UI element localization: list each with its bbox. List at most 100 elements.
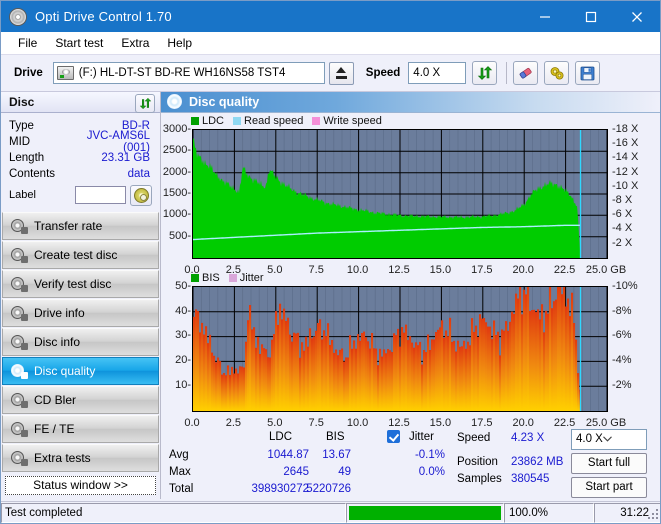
stats-avg-jitter: -0.1% [414, 448, 445, 461]
y2-tick-label: -2 X [612, 236, 633, 249]
ldc-chart-wrap: LDC Read speed Write speed 500- 1000- 1500… [161, 113, 660, 276]
x-tick-label: 12.5 [388, 416, 410, 429]
status-window-button[interactable]: Status window >> [5, 475, 156, 495]
speed-select[interactable]: 4.0 X [408, 62, 467, 84]
gears-icon [550, 67, 564, 80]
resize-grip[interactable] [648, 509, 660, 521]
disc-refresh-button[interactable] [135, 94, 155, 113]
y2-tick-label: -8 X [612, 193, 633, 206]
save-icon [580, 66, 595, 80]
stats-header-bis: BIS [326, 430, 345, 443]
speed-readout-label: Speed [457, 431, 491, 444]
sidebar-item-label: Drive info [34, 305, 85, 320]
x-tick-label: 17.5 [471, 263, 493, 276]
disc-label-input[interactable] [75, 186, 126, 205]
sidebar-item-cd-bler[interactable]: CD Bler [2, 385, 159, 414]
menu-help[interactable]: Help [158, 34, 201, 52]
y2-tick-label: -6 X [612, 208, 633, 221]
x-tick-label: 7.5 [308, 416, 324, 429]
erase-button[interactable] [513, 61, 539, 85]
stats-row-avg-label: Avg [169, 448, 189, 461]
page-title: Disc quality [189, 94, 260, 109]
disc-length-value: 23.31 GB [101, 151, 150, 164]
menu-extra[interactable]: Extra [112, 34, 158, 52]
sidebar-item-verify-test-disc[interactable]: Verify test disc [2, 269, 159, 298]
start-part-button[interactable]: Start part [571, 476, 647, 498]
app-body: Disc Type BD-R MID JVC-AMS6L (001) Lengt… [1, 92, 660, 499]
speed-select-bottom-value: 4.0 X [576, 433, 603, 446]
app-window: Opti Drive Control 1.70 File Start test … [0, 0, 661, 524]
bis-y-axis: 10- 20- 30- 40- 50- [161, 280, 191, 427]
x-tick-label: 22.5 [553, 263, 576, 276]
eject-button[interactable] [328, 61, 354, 85]
disc-info: Type BD-R MID JVC-AMS6L (001) Length 23.… [1, 113, 160, 210]
jitter-checkbox[interactable] [387, 429, 400, 444]
disc-info-row-length: Length 23.31 GB [9, 150, 152, 166]
stats-avg-bis: 13.67 [322, 448, 351, 461]
x-tick-label: 15.0 [429, 263, 452, 276]
sidebar-item-fe-te[interactable]: FE / TE [2, 414, 159, 443]
bis-chart[interactable]: 10- 20- 30- 40- 50- -2% -4% -6% -8% -10% 0.0 2.5 5… [161, 280, 660, 429]
x-tick-label: 17.5 [471, 416, 493, 429]
sidebar-item-label: Create test disc [34, 247, 118, 262]
minimize-icon[interactable] [522, 1, 568, 32]
disc-info-row-contents: Contents data [9, 166, 152, 182]
settings-button[interactable] [544, 61, 570, 85]
ldc-y2-axis: -2 X -4 X -6 X -8 X -10 X -12 X -14 X -16 X -18 … [612, 123, 660, 270]
refresh-button[interactable] [472, 61, 498, 85]
sidebar-item-label: Extra tests [34, 450, 91, 465]
sidebar-item-label: CD Bler [34, 392, 77, 407]
bis-chart-wrap: BIS Jitter 10- 20- 30- 40- 50- -2% -4% -6% -8% -… [161, 270, 660, 429]
disc-label-button[interactable] [130, 184, 152, 206]
sidebar-item-extra-tests[interactable]: Extra tests [2, 443, 159, 472]
sidebar-item-disc-info[interactable]: Disc info [2, 327, 159, 356]
sidebar-item-label: Disc info [34, 334, 81, 349]
ldc-plot [192, 128, 608, 259]
y-tick-label: 3000- [162, 122, 191, 135]
disc-icon [10, 363, 28, 379]
drive-select[interactable]: (F:) HL-DT-ST BD-RE WH16NS58 TST4 [52, 62, 325, 84]
ldc-chart[interactable]: 500- 1000- 1500- 2000- 2500- 3000- -2 X -4 X -6… [161, 123, 660, 276]
drive-label: Drive [14, 67, 43, 79]
status-bar: Test completed 100.0% 31:22 [1, 501, 660, 523]
sidebar-item-create-test-disc[interactable]: Create test disc [2, 240, 159, 269]
toolbar-separator [506, 62, 508, 84]
disc-mid-value: JVC-AMS6L (001) [86, 129, 150, 154]
progress-percent: 100.0% [504, 502, 594, 523]
y-tick-label: 40- [175, 304, 191, 317]
disc-length-label: Length [9, 151, 45, 164]
status-text: Test completed [1, 502, 346, 523]
sidebar-item-transfer-rate[interactable]: Transfer rate [2, 211, 159, 240]
disc-contents-value: data [127, 167, 150, 180]
stats-avg-ldc: 1044.87 [267, 448, 309, 461]
main-panel: Disc quality LDC Read speed Write speed [161, 92, 660, 499]
samples-value: 380545 [511, 472, 550, 485]
y-tick-label: 50- [175, 279, 191, 292]
disc-icon [10, 450, 28, 466]
x-tick-label: 5.0 [267, 263, 283, 276]
sidebar-item-label: FE / TE [34, 421, 75, 436]
start-full-button[interactable]: Start full [571, 452, 647, 474]
jitter-label: Jitter [409, 430, 434, 443]
menu-start-test[interactable]: Start test [46, 34, 112, 52]
disc-mid-label: MID [9, 135, 31, 148]
y2-tick-label: -18 X [612, 122, 639, 135]
speed-readout-value: 4.23 X [511, 431, 545, 444]
refresh-icon [139, 97, 151, 110]
speed-label: Speed [365, 67, 401, 79]
disc-type-label: Type [9, 119, 34, 132]
sidebar-item-drive-info[interactable]: Drive info [2, 298, 159, 327]
save-button[interactable] [575, 61, 601, 85]
x-tick-label: 10.0 [346, 263, 369, 276]
sidebar-item-disc-quality[interactable]: Disc quality [2, 356, 159, 385]
disc-label-label: Label [9, 189, 36, 202]
main-header: Disc quality [161, 92, 660, 113]
y2-tick-label: -4 X [612, 222, 633, 235]
menu-file[interactable]: File [9, 34, 46, 52]
maximize-icon[interactable] [568, 1, 614, 32]
speed-select-bottom[interactable]: 4.0 X [571, 428, 647, 450]
y2-tick-label: -2% [612, 379, 632, 392]
x-tick-label: 20.0 [512, 263, 534, 276]
close-icon[interactable] [614, 1, 660, 32]
progress-fill [349, 505, 501, 520]
